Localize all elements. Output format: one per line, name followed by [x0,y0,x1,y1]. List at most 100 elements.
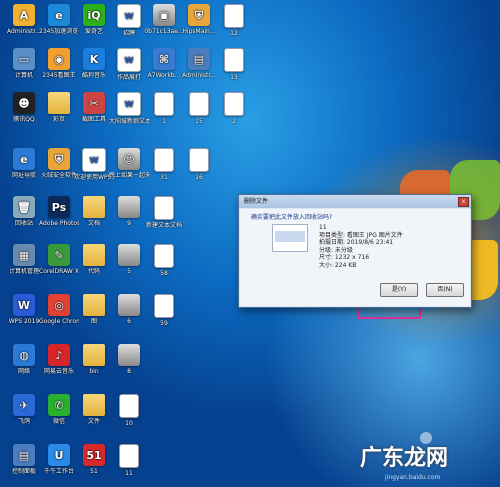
desktop-icon-label: 文档 [87,220,100,227]
desktop-icon[interactable]: ▭ 计算机 [4,48,44,79]
desktop-icon[interactable]: W WPS 2019 [4,294,44,325]
desktop-icon-label: 计算机管理 [8,268,39,275]
desktop-icon[interactable]: W 欢迎使用WPS文字 [74,148,114,181]
desktop-icon-image: ◎ [48,294,70,316]
desktop-icon[interactable]: Ps Adobe Photosh... [39,196,79,227]
desktop-icon[interactable]: 15 [179,92,219,125]
desktop-icon[interactable]: 文档 [74,196,114,227]
desktop-icon[interactable]: ⛨ 火绒安全软件 [39,148,79,179]
desktop-icon-image: e [13,148,35,170]
desktop-icon-label: 计算机 [14,72,33,79]
yes-button[interactable]: 是(Y) [380,283,418,297]
desktop-icon-label: 16 [195,174,203,181]
desktop-icon-image [83,196,105,218]
desktop-icon[interactable]: ✂ 截图工具 [74,92,114,123]
desktop-icon-image: ⛨ [48,148,70,170]
desktop-icon[interactable]: W 大阳城新娘文本 [109,92,149,125]
desktop-icon-label: 8 [127,368,131,375]
desktop-icon[interactable]: U 千牛工作台 [39,444,79,475]
desktop-icon-image [189,148,209,172]
desktop-icon-label: 飞鸽 [17,418,30,425]
desktop-icon[interactable]: ✆ 微信 [39,394,79,425]
desktop-icon[interactable]: ◉ 2345看图王 [39,48,79,79]
desktop-icon[interactable]: 9 [109,196,149,227]
dialog-titlebar[interactable]: 删除文件 x [239,195,471,208]
desktop-icon[interactable]: ▤ Administr... [179,48,219,79]
desktop-icon[interactable]: iQ 爱奇艺 [74,4,114,35]
desktop-icon[interactable]: e 2345加速浏览器 [39,4,79,35]
desktop-icon-label: 彩页 [52,116,65,123]
desktop-icon[interactable]: 2 [214,92,254,125]
desktop-icon[interactable]: 8 [109,344,149,375]
desktop-icon-label: 2345看图王 [42,72,76,79]
desktop-icon-image [224,92,244,116]
desktop-icon[interactable]: 🗑 回收站 [4,196,44,227]
desktop-icon[interactable]: 12 [214,4,254,37]
file-size: 大小: 224 KB [319,261,357,269]
desktop-icon-image: ◍ [13,344,35,366]
desktop-icon[interactable]: ◎ Google Chrome [39,294,79,325]
desktop-icon[interactable]: 1 [144,92,184,125]
desktop-icon[interactable]: 59 [144,294,184,327]
desktop-icon[interactable]: ▦ 计算机管理 [4,244,44,275]
desktop-icon[interactable]: 5 [109,244,149,275]
dialog-title: 删除文件 [244,198,269,205]
desktop-icon-label: 2345加速浏览器 [39,28,79,35]
desktop-icon[interactable]: A Administr... [4,4,44,35]
desktop-icon-image: e [48,4,70,26]
desktop-icon-image: ▤ [188,48,210,70]
desktop-icon[interactable]: ▤ 控制面板 [4,444,44,475]
desktop-icon[interactable]: 13 [214,48,254,81]
desktop-icon-label: 网易云音乐 [43,368,74,375]
desktop-icon[interactable]: 11 [109,444,149,477]
desktop-icon[interactable]: ✎ CorelDRAW X7 [39,244,79,275]
desktop-icon-image: ⌘ [153,48,175,70]
file-dimensions: 尺寸: 1232 x 716 [319,254,370,262]
desktop-icon[interactable]: 58 [144,244,184,277]
desktop-icon[interactable]: bin [74,344,114,375]
desktop-icon[interactable]: 6 [109,294,149,325]
desktop-icon-label: Administr... [182,72,216,79]
desktop-icon-label: 腾讯QQ [13,116,35,123]
desktop-icon-label: 千牛工作台 [43,468,74,475]
desktop-icon-label: 作品展打 [116,74,141,81]
desktop-icon[interactable]: K 酷狗音乐 [74,48,114,79]
desktop-icon-image: W [13,294,35,316]
desktop-icon[interactable]: 31 [144,148,184,181]
desktop-icon[interactable]: 51 51 [74,444,114,475]
desktop-icon[interactable]: ◍ 网络 [4,344,44,375]
desktop-icon[interactable]: W 招聘 [109,4,149,37]
desktop-icon-label: Administr... [7,28,41,35]
desktop-icon[interactable]: ♪ 网易云音乐 [39,344,79,375]
desktop-icon[interactable]: ⌘ A7Workb... [144,48,184,79]
desktop-icon-image [154,196,174,220]
watermark-site: jingyan.baidu.com [385,474,441,481]
file-info: 11 项目类型: 看图王 JPG 图片文件 拍摄日期: 2019/8/6 23:… [319,224,403,270]
close-button[interactable]: x [458,197,469,207]
desktop-icon[interactable]: 10 [109,394,149,427]
no-button[interactable]: 否(N) [426,283,464,297]
desktop-icon-image: W [117,92,141,116]
desktop-icon-label: 11 [125,470,133,477]
desktop-icon-label: 58 [160,270,168,277]
file-thumbnail [272,224,308,252]
desktop-icon[interactable]: 图 [74,294,114,325]
desktop-icon-image: W [82,148,106,172]
desktop-icon[interactable]: ⛨ HipsMain... [179,4,219,35]
desktop-icon[interactable]: ▣ 0b71c13ae... [144,4,184,35]
desktop-icon[interactable]: ☻ 腾讯QQ [4,92,44,123]
desktop-icon-label: 爱奇艺 [84,28,103,35]
desktop-icon-image [48,92,70,114]
desktop-icon[interactable]: 文件 [74,394,114,425]
desktop-icon[interactable]: ☺ 晚上如果一起来聊 [109,148,149,179]
desktop-icon-image [119,394,139,418]
desktop-icon[interactable]: ✈ 飞鸽 [4,394,44,425]
desktop-icon[interactable]: 代码 [74,244,114,275]
desktop-icon-label: 6 [127,318,131,325]
desktop-icon-image: W [117,48,141,72]
desktop-icon[interactable]: e 网址导航 [4,148,44,179]
desktop-icon[interactable]: 16 [179,148,219,181]
desktop-icon[interactable]: 新建文本文档 [144,196,184,229]
desktop-icon[interactable]: 彩页 [39,92,79,123]
desktop-icon[interactable]: W 作品展打 [109,48,149,81]
